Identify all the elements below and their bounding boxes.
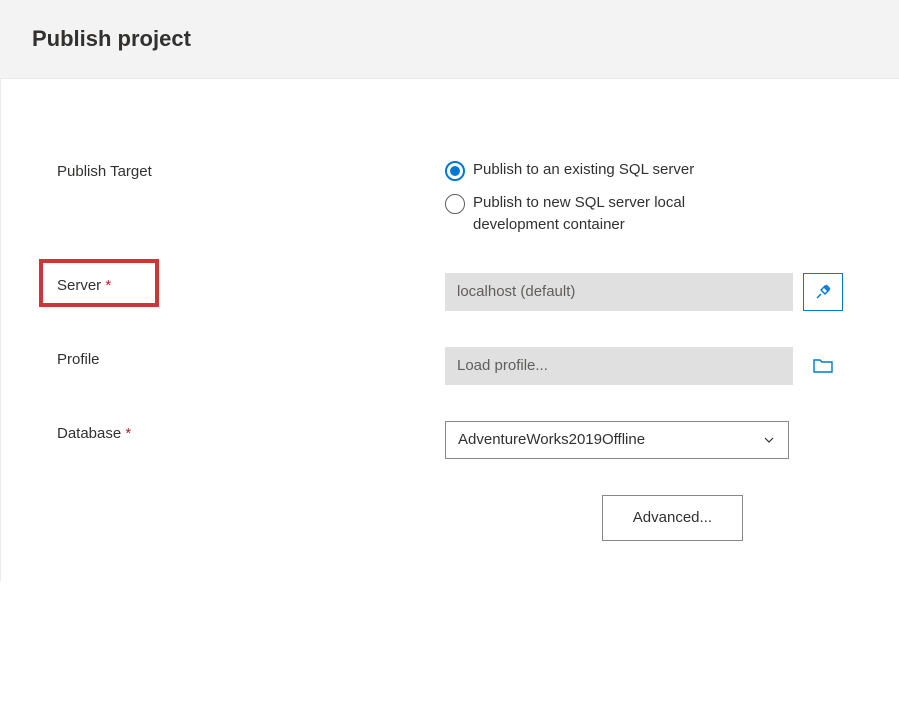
- radio-new-label: Publish to new SQL server local developm…: [473, 192, 773, 237]
- database-row: Database AdventureWorks2019Offline: [57, 421, 843, 459]
- database-value: AdventureWorks2019Offline: [458, 431, 762, 448]
- profile-input[interactable]: [445, 347, 793, 385]
- publish-target-radio-group: Publish to an existing SQL server Publis…: [445, 159, 773, 237]
- publish-target-row: Publish Target Publish to an existing SQ…: [57, 159, 843, 237]
- chevron-down-icon: [762, 433, 776, 447]
- server-row: Server: [57, 273, 843, 311]
- server-label-col: Server: [57, 273, 445, 294]
- database-label: Database: [57, 425, 131, 442]
- radio-existing-label: Publish to an existing SQL server: [473, 159, 694, 182]
- radio-icon: [445, 161, 465, 181]
- radio-existing-server[interactable]: Publish to an existing SQL server: [445, 159, 773, 182]
- button-row: Advanced...: [57, 495, 843, 541]
- dialog-content: Publish Target Publish to an existing SQ…: [0, 79, 899, 581]
- database-select[interactable]: AdventureWorks2019Offline: [445, 421, 789, 459]
- radio-new-container[interactable]: Publish to new SQL server local developm…: [445, 192, 773, 237]
- connect-server-button[interactable]: [803, 273, 843, 311]
- server-input[interactable]: [445, 273, 793, 311]
- database-label-col: Database: [57, 421, 445, 442]
- advanced-button[interactable]: Advanced...: [602, 495, 743, 541]
- plug-icon: [813, 282, 833, 302]
- radio-icon: [445, 194, 465, 214]
- publish-target-label: Publish Target: [57, 159, 445, 180]
- dialog-header: Publish project: [0, 0, 899, 79]
- highlight-box: [39, 259, 159, 307]
- browse-profile-button[interactable]: [803, 347, 843, 385]
- profile-label: Profile: [57, 347, 445, 368]
- dialog-title: Publish project: [32, 26, 867, 52]
- profile-row: Profile: [57, 347, 843, 385]
- folder-icon: [812, 356, 834, 376]
